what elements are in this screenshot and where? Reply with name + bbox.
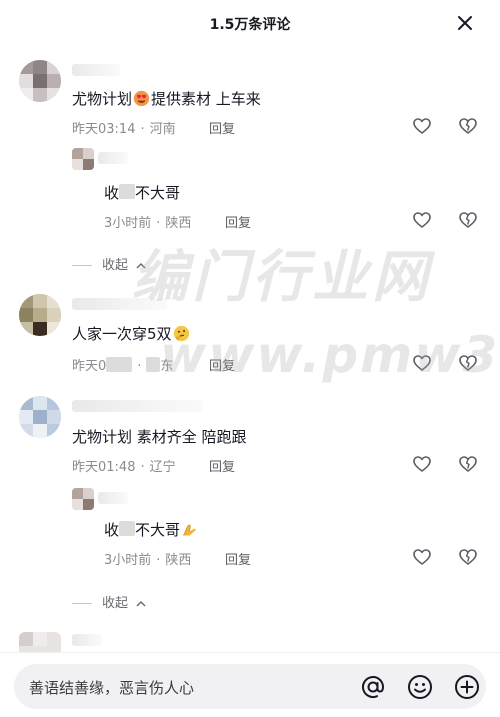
collapse-divider (72, 603, 92, 604)
redacted-location (146, 357, 161, 372)
redacted-char: 鞋 (119, 521, 136, 536)
comment-location: 辽宁 (149, 460, 176, 475)
collapse-label: 收起 (102, 258, 129, 273)
dislike-broken-heart-icon[interactable] (458, 116, 478, 136)
reply-avatar[interactable] (72, 488, 94, 510)
username-blurred[interactable] (72, 634, 102, 646)
reply-text: 收鞋不大哥 (104, 519, 199, 540)
comment-text-part: 尤物计划 (72, 90, 133, 108)
comment-text: 尤物计划 素材齐全 陪跑跟 (72, 428, 247, 446)
collapse-replies-button[interactable]: 收起 (72, 592, 147, 611)
reply-text-prefix: 收 (104, 184, 120, 202)
reply-username-blurred[interactable] (98, 152, 128, 164)
watermark-text: 编门行业网 (132, 245, 432, 310)
avatar[interactable] (19, 396, 61, 438)
reply-button[interactable]: 回复 (209, 118, 235, 137)
username-blurred[interactable] (72, 400, 202, 412)
reply-username-blurred[interactable] (98, 492, 128, 504)
heart-eyes-emoji (133, 90, 150, 107)
reply-avatar[interactable] (72, 148, 94, 170)
like-heart-icon[interactable] (412, 116, 432, 136)
comments-header: 1.5万条评论 (0, 0, 500, 46)
pray-emoji (183, 524, 196, 536)
avatar[interactable] (19, 294, 61, 336)
reply-location: 陕西 (165, 216, 192, 231)
reply-location: 陕西 (165, 553, 192, 568)
comment-text-part: 人家一次穿5双 (72, 325, 172, 343)
comment-text-part: 提供素材 上车来 (151, 90, 261, 108)
emoji-icon[interactable] (406, 673, 434, 701)
comment-input-bar: 善语结善缘，恶言伤人心 (0, 652, 500, 717)
dislike-broken-heart-icon[interactable] (458, 210, 478, 230)
reply-button[interactable]: 回复 (225, 549, 251, 568)
reply-button[interactable]: 回复 (225, 212, 251, 231)
dislike-broken-heart-icon[interactable] (458, 454, 478, 474)
reply-meta: 3小时前 · 陕西 (104, 216, 192, 231)
collapse-divider (72, 265, 92, 266)
add-icon[interactable] (453, 673, 481, 701)
like-heart-icon[interactable] (412, 547, 432, 567)
comments-panel: 1.5万条评论 尤物计划 提供素材 上车来 昨天03:14 · 河南 回复 收 … (0, 0, 500, 717)
reply-meta: 3小时前 · 陕西 (104, 553, 192, 568)
chevron-up-icon (136, 600, 146, 607)
reply-text: 收鞋不大哥 (104, 182, 180, 203)
comment-location: 河南 (149, 122, 176, 137)
reply-text-suffix: 不大哥 (135, 521, 181, 539)
comment-input[interactable]: 善语结善缘，恶言伤人心 (14, 664, 486, 709)
comment-time: 昨天0 (72, 359, 107, 374)
dislike-broken-heart-icon[interactable] (458, 547, 478, 567)
close-icon[interactable] (454, 12, 476, 34)
comment-time: 昨天01:48 (72, 460, 136, 475)
username-blurred[interactable] (72, 64, 120, 76)
comment-meta: 昨天03:14 · 河南 (72, 122, 176, 137)
like-heart-icon[interactable] (412, 210, 432, 230)
reply-text-suffix: 不大哥 (135, 184, 181, 202)
avatar[interactable] (19, 60, 61, 102)
reply-button[interactable]: 回复 (209, 456, 235, 475)
comment-time: 昨天03:14 (72, 122, 136, 137)
redacted-time (106, 357, 133, 372)
comment-input-placeholder: 善语结善缘，恶言伤人心 (29, 679, 195, 697)
collapse-label: 收起 (102, 596, 129, 611)
watermark-url: www.pmw365.com (160, 326, 500, 384)
comment-text: 尤物计划 提供素材 上车来 (72, 88, 261, 109)
comment-meta: 昨天0 · 东 (72, 357, 174, 374)
reply-time: 3小时前 (104, 216, 152, 231)
like-heart-icon[interactable] (412, 454, 432, 474)
redacted-char: 鞋 (119, 184, 136, 199)
at-icon[interactable] (359, 673, 387, 701)
reply-time: 3小时前 (104, 553, 152, 568)
comments-count-title: 1.5万条评论 (209, 17, 291, 33)
reply-text-prefix: 收 (104, 521, 120, 539)
comment-meta: 昨天01:48 · 辽宁 (72, 460, 176, 475)
